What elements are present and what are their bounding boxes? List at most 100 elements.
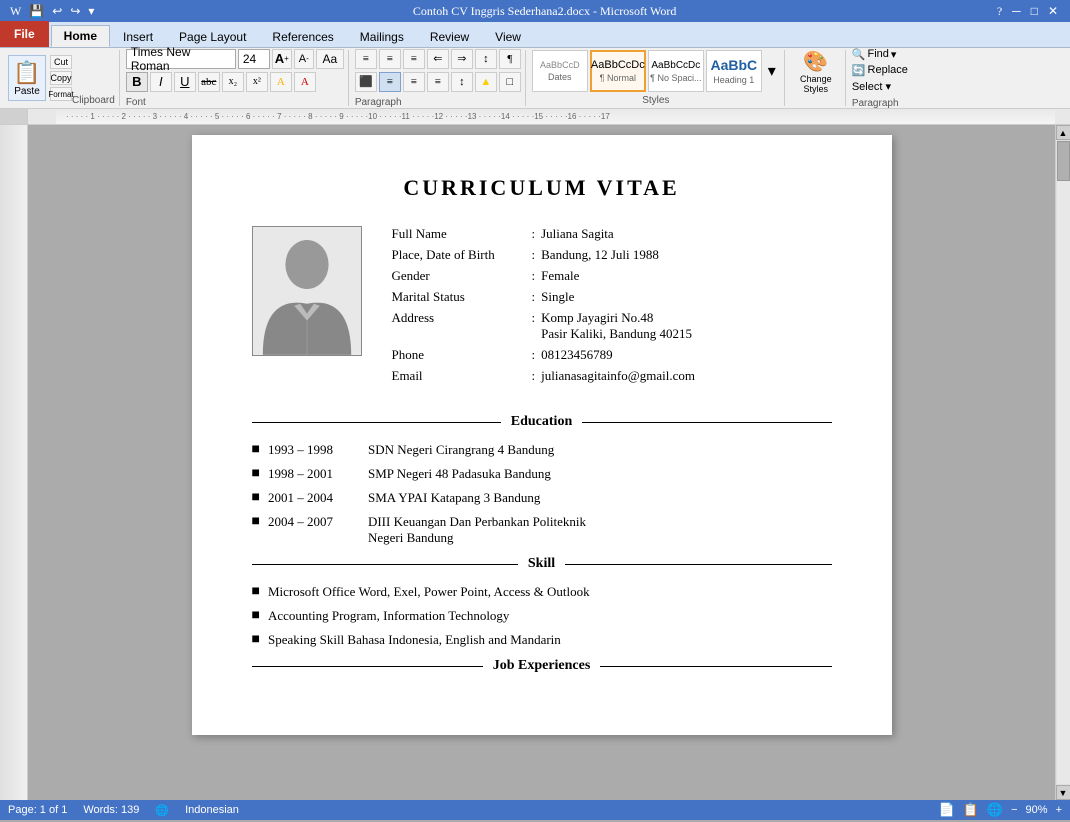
paste-label: Paste xyxy=(14,86,40,97)
style-nospace-box[interactable]: AaBbCcDc ¶ No Spaci... xyxy=(648,50,704,92)
vertical-ruler xyxy=(0,125,28,800)
maximize-btn[interactable]: □ xyxy=(1027,4,1042,19)
style-normal-box[interactable]: AaBbCcDc ¶ Normal xyxy=(590,50,646,92)
text-highlight-btn[interactable]: A xyxy=(270,72,292,92)
title-bar: W 💾 ↩ ↪ ▾ Contoh CV Inggris Sederhana2.d… xyxy=(0,0,1070,22)
cut-button[interactable]: Cut xyxy=(50,55,72,69)
scroll-down-btn[interactable]: ▼ xyxy=(1056,785,1070,800)
sort-btn[interactable]: ↕ xyxy=(475,49,497,69)
font-shrink-btn[interactable]: A- xyxy=(294,49,314,69)
skill-item-3: ■ Speaking Skill Bahasa Indonesia, Engli… xyxy=(252,632,832,648)
font-grow-btn[interactable]: A+ xyxy=(272,49,292,69)
page-wrapper[interactable]: CURRICULUM VITAE xyxy=(28,125,1055,800)
clear-format-btn[interactable]: Aa xyxy=(316,49,344,69)
format-painter-button[interactable]: Format xyxy=(50,87,72,101)
language-indicator: 🌐 xyxy=(155,804,169,817)
styles-label: Styles xyxy=(532,93,780,106)
scroll-thumb[interactable] xyxy=(1057,141,1070,181)
close-btn[interactable]: ✕ xyxy=(1044,4,1062,19)
address-label: Address xyxy=(392,310,532,342)
tab-view[interactable]: View xyxy=(482,25,534,47)
help-btn[interactable]: ? xyxy=(993,4,1006,19)
font-color-btn[interactable]: A xyxy=(294,72,316,92)
scroll-up-btn[interactable]: ▲ xyxy=(1056,125,1070,140)
italic-button[interactable]: I xyxy=(150,72,172,92)
strikethrough-button[interactable]: abc xyxy=(198,72,220,92)
change-styles-section: 🎨 Change Styles xyxy=(787,50,846,106)
zoom-out-btn[interactable]: − xyxy=(1011,804,1017,816)
justify-btn[interactable]: ≡ xyxy=(427,72,449,92)
copy-button[interactable]: Copy xyxy=(50,71,72,85)
scroll-track[interactable] xyxy=(1057,141,1070,784)
align-left-btn[interactable]: ⬛ xyxy=(355,72,377,92)
underline-button[interactable]: U xyxy=(174,72,196,92)
zoom-in-btn[interactable]: + xyxy=(1056,804,1062,816)
change-styles-button[interactable]: 🎨 Change Styles xyxy=(791,50,841,92)
skill-bullet-2: ■ xyxy=(252,608,260,624)
numbering-btn[interactable]: ≡ xyxy=(379,49,401,69)
undo-quick-btn[interactable]: ↩ xyxy=(50,4,64,19)
tab-home[interactable]: Home xyxy=(51,25,110,47)
marital-label: Marital Status xyxy=(392,289,532,305)
style-dates-preview: AaBbCcD xyxy=(540,60,580,70)
edu-year-1: 1993 – 1998 xyxy=(268,442,368,458)
decrease-indent-btn[interactable]: ⇐ xyxy=(427,49,449,69)
bold-button[interactable]: B xyxy=(126,72,148,92)
skill-section-header: Skill xyxy=(252,556,832,572)
view-icon-print[interactable]: 📄 xyxy=(939,802,955,818)
multilevel-btn[interactable]: ≡ xyxy=(403,49,425,69)
tab-file[interactable]: File xyxy=(0,21,49,47)
zoom-level: 90% xyxy=(1026,804,1048,816)
edu-item-1: ■ 1993 – 1998 SDN Negeri Cirangrang 4 Ba… xyxy=(252,442,832,458)
view-icon-web[interactable]: 🌐 xyxy=(987,802,1003,818)
phone-label: Phone xyxy=(392,347,532,363)
info-fullname-row: Full Name : Juliana Sagita xyxy=(392,226,832,242)
show-hide-btn[interactable]: ¶ xyxy=(499,49,521,69)
edu-line-right xyxy=(582,422,831,423)
vertical-scrollbar[interactable]: ▲ ▼ xyxy=(1055,125,1070,800)
superscript-button[interactable]: x² xyxy=(246,72,268,92)
save-quick-btn[interactable]: 💾 xyxy=(27,4,46,19)
bullet-2: ■ xyxy=(252,466,260,482)
paste-button[interactable]: 📋 Paste xyxy=(8,55,46,101)
replace-button[interactable]: 🔄 Replace xyxy=(852,64,908,77)
document-page: CURRICULUM VITAE xyxy=(192,135,892,735)
align-center-btn[interactable]: ≡ xyxy=(379,72,401,92)
edu-year-2: 1998 – 2001 xyxy=(268,466,368,482)
bullets-btn[interactable]: ≡ xyxy=(355,49,377,69)
style-nospace-preview: AaBbCcDc xyxy=(651,60,700,71)
skill-line-left xyxy=(252,564,518,565)
select-label: Select ▾ xyxy=(852,80,891,93)
shading-btn[interactable]: ▲ xyxy=(475,72,497,92)
increase-indent-btn[interactable]: ⇒ xyxy=(451,49,473,69)
select-button[interactable]: Select ▾ xyxy=(852,80,908,93)
tab-references[interactable]: References xyxy=(259,25,346,47)
style-heading1-box[interactable]: AaBbC Heading 1 xyxy=(706,50,762,92)
view-icon-full[interactable]: 📋 xyxy=(963,802,979,818)
font-section: Times New Roman 24 A+ A- Aa B I U abc x₂… xyxy=(122,50,349,106)
fullname-label: Full Name xyxy=(392,226,532,242)
minimize-btn[interactable]: ─ xyxy=(1008,4,1025,19)
skill-title: Skill xyxy=(518,556,565,572)
tab-review[interactable]: Review xyxy=(417,25,482,47)
cv-photo xyxy=(252,226,362,356)
phone-value: 08123456789 xyxy=(541,347,831,363)
line-spacing-btn[interactable]: ↕ xyxy=(451,72,473,92)
styles-more-btn[interactable]: ▾ xyxy=(764,50,780,92)
find-button[interactable]: 🔍 Find ▾ xyxy=(852,48,908,61)
change-styles-icon: 🎨 xyxy=(803,49,828,74)
font-name-box[interactable]: Times New Roman xyxy=(126,49,236,69)
ruler-scroll-space xyxy=(1055,109,1070,124)
redo-quick-btn[interactable]: ↪ xyxy=(68,4,82,19)
tab-mailings[interactable]: Mailings xyxy=(347,25,417,47)
subscript-button[interactable]: x₂ xyxy=(222,72,244,92)
replace-icon: 🔄 xyxy=(852,64,866,77)
find-dropdown[interactable]: ▾ xyxy=(891,48,897,61)
style-dates-box[interactable]: AaBbCcD Dates xyxy=(532,50,588,92)
quick-dropdown-btn[interactable]: ▾ xyxy=(86,4,96,19)
borders-btn[interactable]: □ xyxy=(499,72,521,92)
cv-title: CURRICULUM VITAE xyxy=(252,175,832,201)
font-size-box[interactable]: 24 xyxy=(238,49,270,69)
skill-line-right xyxy=(565,564,831,565)
align-right-btn[interactable]: ≡ xyxy=(403,72,425,92)
